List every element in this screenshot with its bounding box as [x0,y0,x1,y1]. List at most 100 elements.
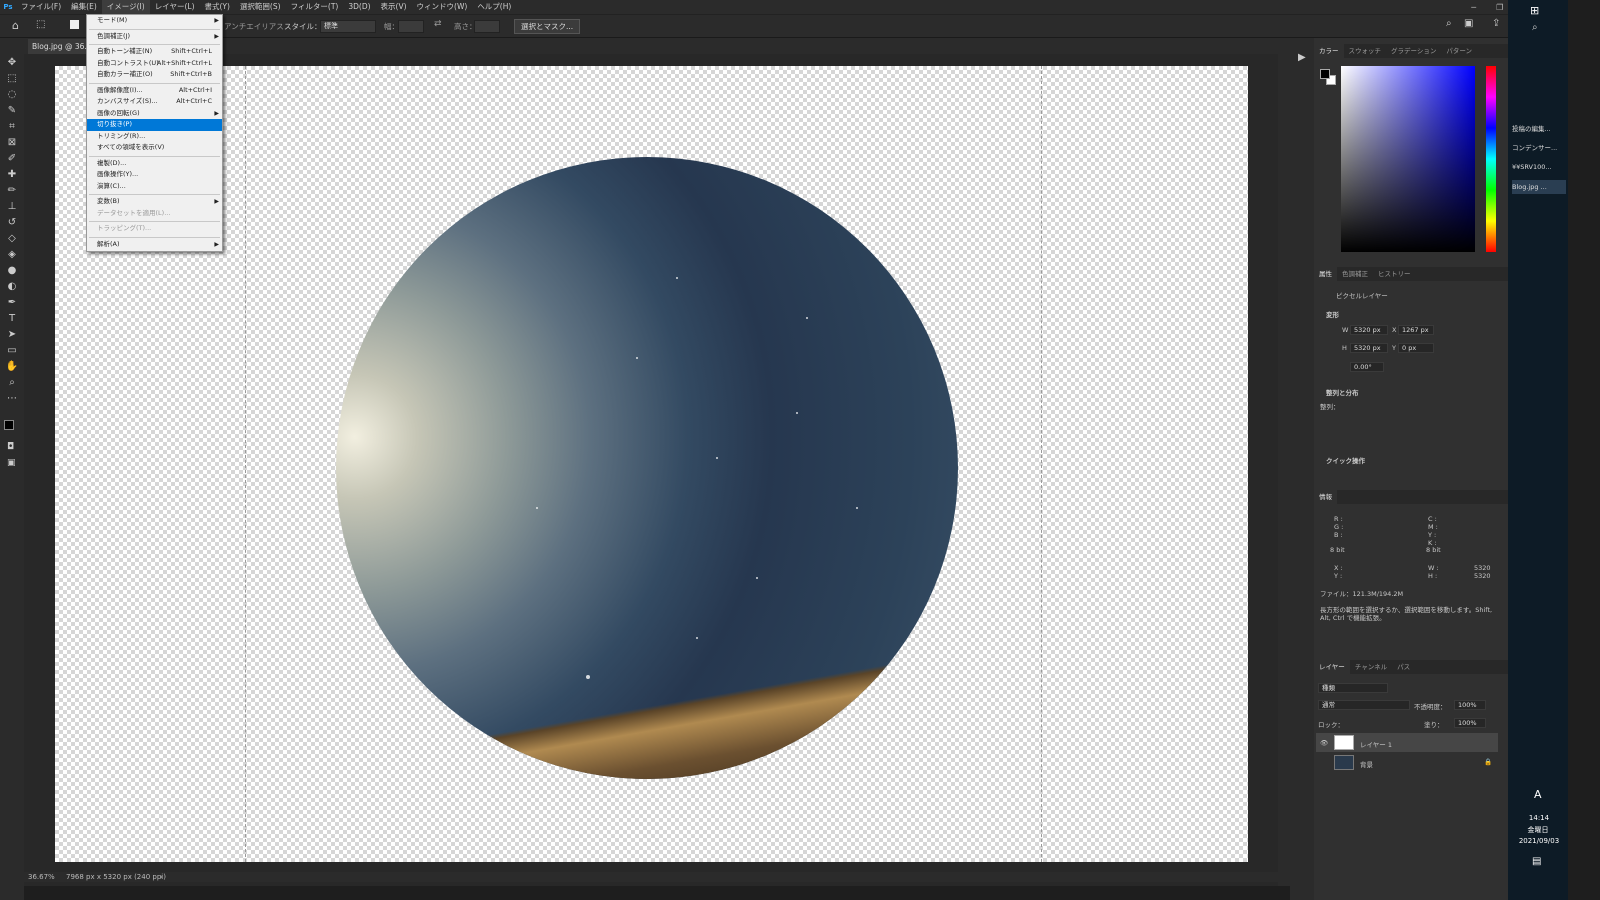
more-tools-icon[interactable]: ⋯ [0,390,24,406]
menu-layer[interactable]: レイヤー(L) [150,0,200,14]
minimize-icon[interactable]: ─ [1471,3,1476,12]
menu-3d[interactable]: 3D(D) [343,0,375,14]
notification-icon[interactable]: ▤ [1532,856,1541,867]
zoom-level[interactable]: 36.67% [28,873,55,881]
align-section[interactable]: 整列と分布 [1326,387,1359,397]
image-menu-item[interactable]: 切り抜き(P) [87,119,222,131]
select-and-mask-button[interactable]: 選択とマスク... [514,19,581,34]
visibility-eye-icon[interactable]: 👁 [1320,739,1328,747]
foreground-color-swatch[interactable] [4,420,14,430]
new-selection-icon[interactable] [70,20,79,29]
width-field[interactable]: 5320 px [1350,325,1388,335]
image-menu-item[interactable]: 変数(B) ▶ [87,196,222,208]
blur-icon[interactable]: ● [0,262,24,278]
status-chevron-icon[interactable]: › [160,873,163,881]
clock-day[interactable]: 金曜日 [1518,825,1558,835]
tab-gradients[interactable]: グラデーション [1386,44,1441,58]
home-icon[interactable]: ⌂ [12,19,19,32]
brush-icon[interactable]: ✏ [0,182,24,198]
quick-mask-icon[interactable]: ◘ [7,442,14,452]
document-tab[interactable]: Blog.jpg @ 36.7 [28,39,94,54]
height-field[interactable]: 5320 px [1350,343,1388,353]
taskbar-item[interactable]: ¥¥SRV100... [1512,160,1566,174]
layer-row[interactable]: 👁 レイヤー 1 [1316,733,1498,752]
transform-section[interactable]: 変形 [1326,309,1339,319]
quick-select-icon[interactable]: ✎ [0,102,24,118]
tab-channels[interactable]: チャンネル [1350,660,1392,674]
path-select-icon[interactable]: ➤ [0,326,24,342]
image-menu-item[interactable]: トリミング(R)... [87,131,222,143]
layer-row[interactable]: 背景 🔒 [1316,753,1498,772]
tab-color[interactable]: カラー [1314,44,1344,58]
taskbar-item[interactable]: コンデンサー... [1512,141,1566,155]
tab-adjustments[interactable]: 色調補正 [1337,267,1373,281]
width-input[interactable] [398,20,424,33]
y-field[interactable]: 0 px [1398,343,1434,353]
fill-field[interactable]: 100% [1454,718,1486,728]
type-tool-icon[interactable]: T [0,310,24,326]
image-menu-item[interactable]: カンバスサイズ(S)... Alt+Ctrl+C [87,96,222,108]
share-icon[interactable]: ⇪ [1492,18,1500,29]
eyedropper-icon[interactable]: ✐ [0,150,24,166]
tab-info[interactable]: 情報 [1314,490,1337,504]
workspace-icon[interactable]: ▣ [1464,18,1473,29]
screen-mode-icon[interactable]: ▣ [7,458,16,468]
marquee-icon[interactable]: ⬚ [0,70,24,86]
image-menu-item[interactable]: 自動コントラスト(U) Alt+Shift+Ctrl+L [87,58,222,70]
style-select[interactable]: 標準 [320,20,376,33]
clock-time[interactable]: 14:14 [1524,814,1554,822]
menu-select[interactable]: 選択範囲(S) [235,0,286,14]
menu-help[interactable]: ヘルプ(H) [472,0,516,14]
lasso-icon[interactable]: ◌ [0,86,24,102]
image-menu-item[interactable]: 画像の回転(G) ▶ [87,108,222,120]
blend-mode-select[interactable]: 通常 [1318,700,1410,710]
tab-paths[interactable]: パス [1392,660,1415,674]
rectangle-icon[interactable]: ▭ [0,342,24,358]
image-menu-item[interactable]: モード(M) ▶ [87,15,222,27]
windows-start-icon[interactable]: ⊞ [1530,4,1539,17]
image-menu-item[interactable]: 自動トーン補正(N) Shift+Ctrl+L [87,46,222,58]
menu-filter[interactable]: フィルター(T) [286,0,344,14]
x-field[interactable]: 1267 px [1398,325,1434,335]
image-menu-item[interactable]: 自動カラー補正(O) Shift+Ctrl+B [87,69,222,81]
eraser-icon[interactable]: ◇ [0,230,24,246]
ime-indicator[interactable]: A [1534,788,1542,801]
image-menu-item[interactable]: 色調補正(J) ▶ [87,31,222,43]
layer-kind-filter[interactable]: 種類 [1318,683,1388,693]
layer-name[interactable]: レイヤー 1 [1360,739,1392,749]
zoom-icon[interactable]: ⌕ [0,374,24,390]
layer-name[interactable]: 背景 [1360,759,1373,769]
swap-icon[interactable]: ⇄ [434,19,442,29]
taskbar-item-active[interactable]: Blog.jpg ... [1512,180,1566,194]
tab-history[interactable]: ヒストリー [1373,267,1416,281]
image-menu-item[interactable]: 複製(D)... [87,158,222,170]
image-menu-item[interactable]: すべての領域を表示(V) [87,142,222,154]
color-spectrum-picker[interactable] [1341,66,1475,252]
image-menu-item[interactable]: 画像操作(Y)... [87,169,222,181]
healing-icon[interactable]: ✚ [0,166,24,182]
search-icon[interactable]: ⌕ [1446,18,1452,29]
height-input[interactable] [474,20,500,33]
tab-layers[interactable]: レイヤー [1314,660,1350,674]
image-menu-item[interactable]: 解析(A) ▶ [87,239,222,251]
panel-foreground-swatch[interactable] [1320,69,1330,79]
vertical-scrollbar[interactable] [1278,54,1290,886]
dodge-icon[interactable]: ◐ [0,278,24,294]
angle-field[interactable]: 0.00° [1350,362,1384,372]
frame-icon[interactable]: ⊠ [0,134,24,150]
menu-type[interactable]: 書式(Y) [200,0,235,14]
taskbar-item[interactable]: 投稿の編集... [1512,122,1566,136]
search-icon[interactable]: ⌕ [1532,22,1538,33]
tab-swatches[interactable]: スウォッチ [1344,44,1387,58]
marquee-tool-icon[interactable]: ⬚ [36,19,45,30]
pen-icon[interactable]: ✒ [0,294,24,310]
tab-patterns[interactable]: パターン [1441,44,1477,58]
menu-edit[interactable]: 編集(E) [66,0,102,14]
move-tool-icon[interactable]: ✥ [0,54,24,70]
hue-slider[interactable] [1486,66,1496,252]
menu-file[interactable]: ファイル(F) [16,0,66,14]
menu-view[interactable]: 表示(V) [376,0,412,14]
quick-actions-section[interactable]: クイック操作 [1326,455,1365,465]
history-brush-icon[interactable]: ↺ [0,214,24,230]
maximize-icon[interactable]: ❐ [1496,3,1503,12]
